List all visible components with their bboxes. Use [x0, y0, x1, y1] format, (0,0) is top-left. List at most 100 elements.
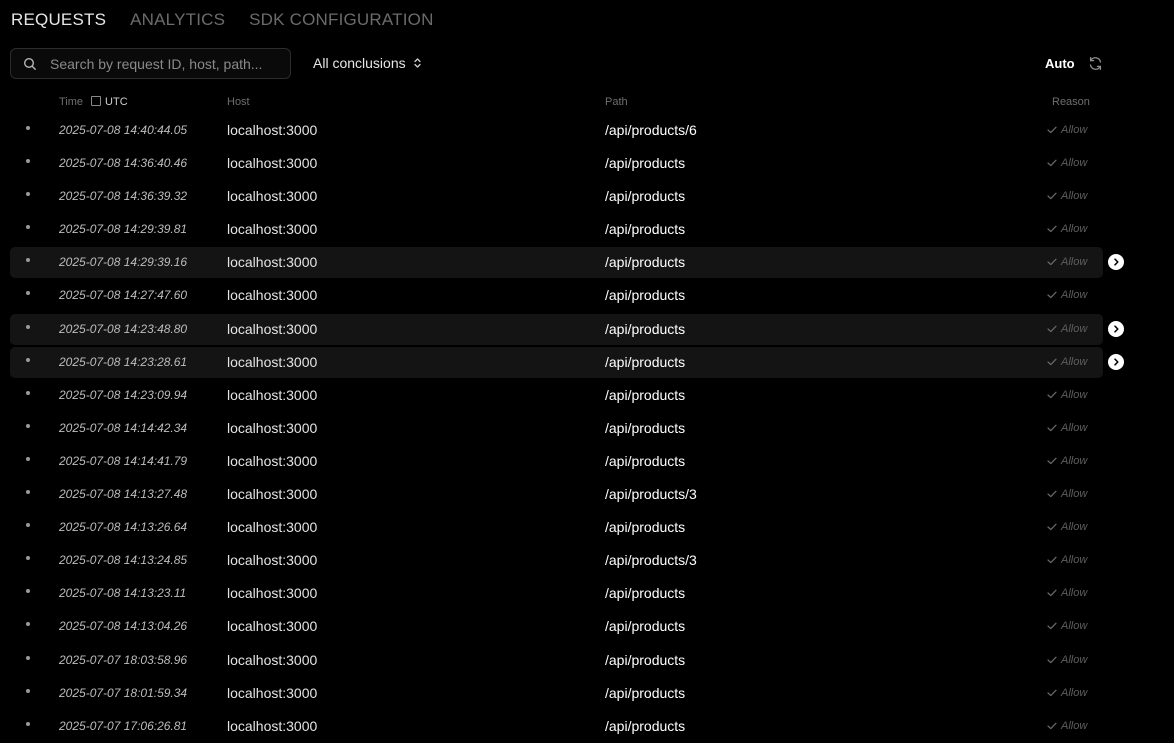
conclusion-filter-dropdown[interactable]: All conclusions	[313, 55, 422, 71]
row-host: localhost:3000	[227, 552, 318, 569]
column-header-path: Path	[605, 96, 628, 108]
column-header-host: Host	[227, 96, 250, 108]
row-reason-label: Allow	[1061, 719, 1088, 732]
column-header-reason: Reason	[1052, 96, 1090, 108]
row-host: localhost:3000	[227, 519, 318, 536]
row-reason: Allow	[1047, 687, 1087, 699]
row-reason-label: Allow	[1061, 620, 1088, 633]
row-reason-label: Allow	[1061, 454, 1088, 467]
tab-bar: REQUESTS ANALYTICS SDK CONFIGURATION	[11, 10, 434, 30]
refresh-icon[interactable]	[1088, 56, 1103, 71]
status-dot	[26, 556, 30, 561]
row-reason: Allow	[1047, 554, 1087, 566]
row-reason-label: Allow	[1061, 289, 1088, 302]
chevron-up-down-icon	[413, 58, 421, 68]
status-dot	[26, 655, 30, 660]
tab-requests[interactable]: REQUESTS	[11, 10, 106, 30]
row-host: localhost:3000	[227, 618, 318, 635]
table-row[interactable]: 2025-07-08 14:23:48.80 localhost:3000/api…	[0, 313, 1174, 346]
status-dot	[26, 126, 30, 130]
chevron-right-icon	[1114, 358, 1119, 366]
row-host: localhost:3000	[227, 221, 318, 238]
row-host: localhost:3000	[227, 452, 318, 469]
table-row[interactable]: 2025-07-08 14:27:47.60 localhost:3000/api…	[0, 279, 1174, 312]
table-row[interactable]: 2025-07-08 14:23:28.61 localhost:3000/api…	[0, 346, 1174, 379]
table-row[interactable]: 2025-07-08 14:13:23.11 localhost:3000/api…	[0, 577, 1174, 610]
open-request-button[interactable]	[1108, 254, 1124, 271]
table-row[interactable]: 2025-07-08 14:29:39.16 localhost:3000/api…	[0, 246, 1174, 279]
row-path: /api/products	[605, 684, 686, 701]
row-host: localhost:3000	[227, 188, 318, 205]
row-reason: Allow	[1047, 720, 1087, 732]
table-row[interactable]: 2025-07-07 17:06:26.81 localhost:3000/api…	[0, 710, 1174, 743]
check-icon	[1047, 722, 1057, 729]
row-reason: Allow	[1047, 587, 1087, 599]
row-path: /api/products	[605, 419, 686, 436]
check-icon	[1047, 258, 1057, 266]
search-box[interactable]	[10, 48, 291, 79]
row-reason-label: Allow	[1061, 223, 1088, 236]
row-time: 2025-07-08 14:13:24.85	[59, 553, 188, 568]
table-row[interactable]: 2025-07-08 14:40:44.05 localhost:3000/api…	[0, 114, 1174, 147]
table-row[interactable]: 2025-07-08 14:13:04.26 localhost:3000/api…	[0, 610, 1174, 643]
row-reason: Allow	[1047, 323, 1087, 335]
row-reason: Allow	[1047, 289, 1087, 301]
row-time: 2025-07-08 14:29:39.16	[59, 255, 188, 270]
check-icon	[1047, 523, 1057, 531]
check-icon	[1047, 225, 1057, 233]
row-path: /api/products	[605, 221, 686, 238]
search-input[interactable]	[48, 54, 290, 73]
utc-checkbox[interactable]	[91, 96, 102, 106]
row-host: localhost:3000	[227, 254, 318, 271]
row-reason-label: Allow	[1061, 554, 1088, 567]
row-time: 2025-07-08 14:36:40.46	[59, 156, 188, 171]
time-header-label: Time	[59, 96, 84, 108]
table-row[interactable]: 2025-07-07 18:01:59.34 localhost:3000/api…	[0, 677, 1174, 710]
table-row[interactable]: 2025-07-08 14:13:24.85 localhost:3000/api…	[0, 544, 1174, 577]
table-row[interactable]: 2025-07-08 14:14:42.34 localhost:3000/api…	[0, 412, 1174, 445]
row-reason: Allow	[1047, 488, 1087, 500]
row-reason: Allow	[1047, 356, 1087, 368]
status-dot	[26, 324, 30, 329]
status-dot	[26, 490, 30, 495]
table-row[interactable]: 2025-07-08 14:29:39.81 localhost:3000/api…	[0, 213, 1174, 246]
table-row[interactable]: 2025-07-08 14:23:09.94 localhost:3000/api…	[0, 379, 1174, 412]
row-path: /api/products	[605, 519, 686, 536]
table-row[interactable]: 2025-07-08 14:36:39.32 localhost:3000/api…	[0, 180, 1174, 213]
requests-table: 2025-07-08 14:40:44.05 localhost:3000/api…	[0, 114, 1174, 743]
row-reason-label: Allow	[1061, 256, 1088, 269]
row-reason-label: Allow	[1061, 488, 1088, 501]
tab-analytics[interactable]: ANALYTICS	[130, 10, 225, 30]
row-host: localhost:3000	[227, 419, 318, 436]
row-path: /api/products	[605, 717, 686, 734]
table-row[interactable]: 2025-07-08 14:13:27.48 localhost:3000/api…	[0, 478, 1174, 511]
table-row[interactable]: 2025-07-08 14:36:40.46 localhost:3000/api…	[0, 147, 1174, 180]
status-dot	[26, 423, 30, 428]
table-row[interactable]: 2025-07-08 14:14:41.79 localhost:3000/api…	[0, 445, 1174, 478]
status-dot	[26, 721, 30, 726]
row-time: 2025-07-08 14:36:39.32	[59, 189, 188, 204]
row-path: /api/products	[605, 353, 686, 370]
row-path: /api/products	[605, 254, 686, 271]
row-reason: Allow	[1047, 124, 1087, 136]
row-reason-label: Allow	[1061, 388, 1088, 401]
row-reason: Allow	[1047, 190, 1087, 202]
row-reason-label: Allow	[1061, 355, 1088, 368]
check-icon	[1047, 457, 1057, 465]
open-request-button[interactable]	[1108, 353, 1124, 370]
open-request-button[interactable]	[1108, 320, 1124, 337]
search-icon	[23, 57, 37, 70]
row-reason-label: Allow	[1061, 322, 1088, 335]
row-reason: Allow	[1047, 389, 1087, 401]
auto-refresh-toggle[interactable]: Auto	[1045, 56, 1075, 71]
check-icon	[1047, 490, 1057, 498]
tab-sdk-configuration[interactable]: SDK CONFIGURATION	[249, 10, 433, 30]
row-path: /api/products	[605, 188, 686, 205]
table-row[interactable]: 2025-07-07 18:03:58.96 localhost:3000/api…	[0, 644, 1174, 677]
chevron-right-icon	[1114, 258, 1119, 266]
chevron-right-icon	[1114, 325, 1119, 333]
row-reason: Allow	[1047, 521, 1087, 533]
row-path: /api/products	[605, 651, 686, 668]
row-time: 2025-07-08 14:23:09.94	[59, 387, 188, 402]
table-row[interactable]: 2025-07-08 14:13:26.64 localhost:3000/api…	[0, 511, 1174, 544]
